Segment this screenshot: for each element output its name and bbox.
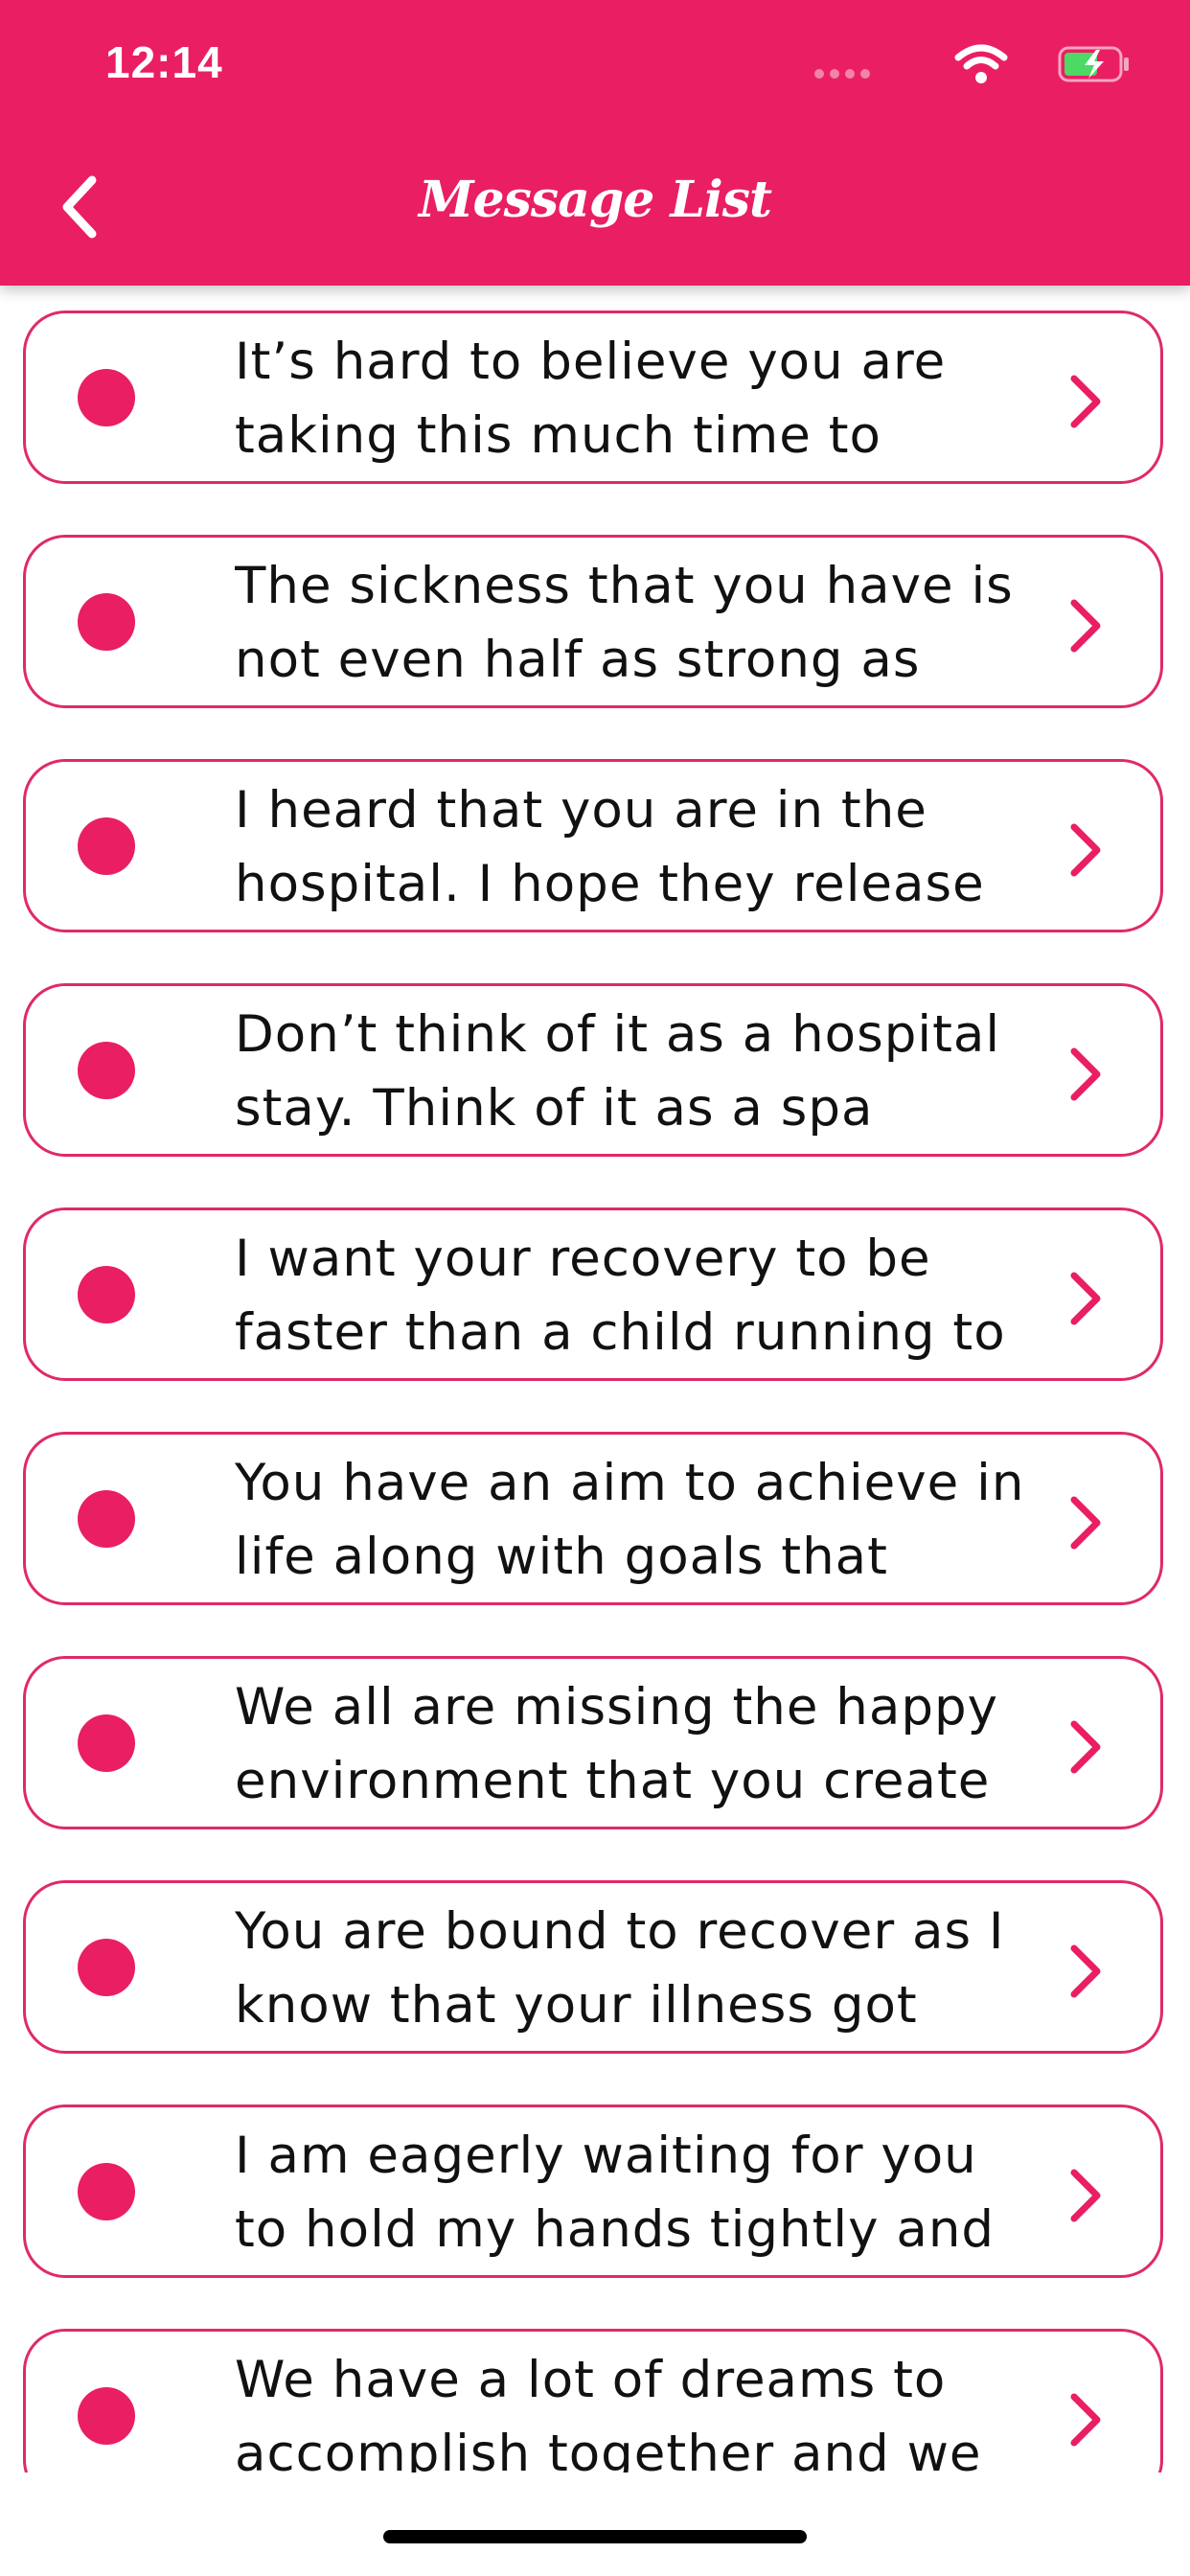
chevron-right-icon [1070, 1496, 1101, 1550]
bullet-dot-icon [78, 1266, 135, 1323]
bullet-dot-icon [78, 369, 135, 426]
chevron-right-icon [1070, 1272, 1101, 1325]
bullet-dot-icon [78, 1714, 135, 1772]
signal-icon [814, 69, 872, 79]
message-item[interactable]: We all are missing the happy environment… [23, 1656, 1163, 1829]
chevron-right-icon [1070, 1047, 1101, 1101]
message-item[interactable]: I heard that you are in the hospital. I … [23, 759, 1163, 932]
bullet-dot-icon [78, 2387, 135, 2445]
bullet-dot-icon [78, 2163, 135, 2220]
wifi-icon [954, 44, 1008, 83]
chevron-right-icon [1070, 1944, 1101, 1998]
message-text: I want your recovery to be faster than a… [235, 1230, 1006, 1362]
chevron-right-icon [1070, 2393, 1101, 2447]
message-text: Don’t think of it as a hospital stay. Th… [235, 1005, 1001, 1138]
message-text: You are bound to recover as I know that … [235, 1902, 1005, 2035]
message-text: I heard that you are in the hospital. I … [235, 781, 985, 913]
message-text: You have an aim to achieve in life along… [235, 1454, 1025, 1586]
page-title: Message List [418, 171, 772, 229]
message-item[interactable]: The sickness that you have is not even h… [23, 535, 1163, 708]
message-item[interactable]: We have a lot of dreams to accomplish to… [23, 2329, 1163, 2472]
status-time: 12:14 [105, 37, 223, 87]
message-item[interactable]: I am eagerly waiting for you to hold my … [23, 2104, 1163, 2278]
bullet-dot-icon [78, 1939, 135, 1996]
message-item[interactable]: It’s hard to believe you are taking this… [23, 310, 1163, 484]
message-item[interactable]: You are bound to recover as I know that … [23, 1880, 1163, 2054]
chevron-right-icon [1070, 2169, 1101, 2222]
message-item[interactable]: I want your recovery to be faster than a… [23, 1208, 1163, 1381]
chevron-right-icon [1070, 823, 1101, 877]
message-text: I am eagerly waiting for you to hold my … [235, 2127, 995, 2259]
chevron-right-icon [1070, 375, 1101, 428]
bullet-dot-icon [78, 593, 135, 651]
bullet-dot-icon [78, 1490, 135, 1548]
bullet-dot-icon [78, 817, 135, 875]
chevron-right-icon [1070, 599, 1101, 653]
message-list[interactable]: It’s hard to believe you are taking this… [0, 286, 1190, 2472]
home-indicator[interactable] [383, 2530, 807, 2543]
app-header: 12:14 Message List [0, 0, 1190, 286]
message-item[interactable]: Don’t think of it as a hospital stay. Th… [23, 983, 1163, 1157]
message-text: We have a lot of dreams to accomplish to… [235, 2351, 982, 2472]
bullet-dot-icon [78, 1042, 135, 1099]
message-text: It’s hard to believe you are taking this… [235, 333, 947, 465]
battery-icon [1058, 46, 1129, 82]
chevron-right-icon [1070, 1720, 1101, 1774]
message-text: We all are missing the happy environment… [235, 1678, 999, 1810]
message-text: The sickness that you have is not even h… [235, 557, 1014, 689]
message-item[interactable]: You have an aim to achieve in life along… [23, 1432, 1163, 1605]
